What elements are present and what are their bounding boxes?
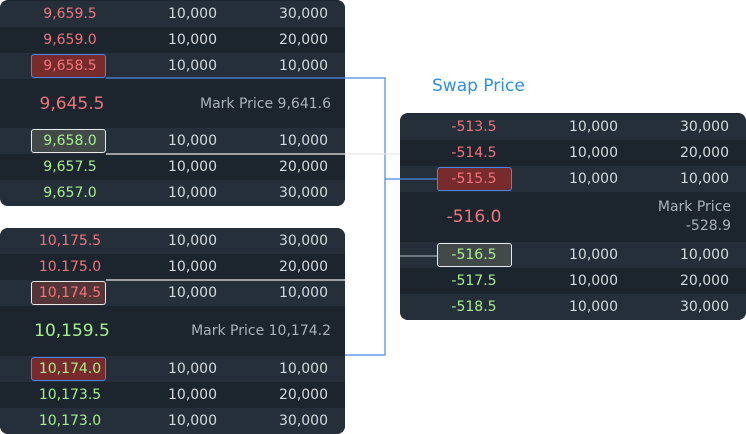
bid-qty: 10,000 <box>168 361 217 377</box>
ask-total: 10,000 <box>279 285 328 301</box>
order-book-2: 10,175.5 10,000 30,000 10.175.0 10,000 2… <box>0 228 345 434</box>
ask-total: 20,000 <box>279 32 328 48</box>
ask-row[interactable]: -513.5 10,000 30,000 <box>400 114 746 140</box>
ask-qty: 10,000 <box>168 6 217 22</box>
ask-qty: 10,000 <box>569 119 618 135</box>
last-price: 10,159.5 <box>34 321 110 341</box>
ask-row[interactable]: 10.175.0 10,000 20,000 <box>0 254 345 280</box>
bid-total: 20,000 <box>279 159 328 175</box>
swap-price-label: Swap Price <box>432 76 525 96</box>
ask-price: 9,658.5 <box>43 58 97 74</box>
bid-price: 9,658.0 <box>43 133 97 149</box>
ask-price: -513.5 <box>451 119 497 135</box>
bid-row[interactable]: 10,173.5 10,000 20,000 <box>0 382 345 408</box>
ask-total: 30,000 <box>279 6 328 22</box>
bid-qty: 10,000 <box>168 387 217 403</box>
bid-row[interactable]: 10,174.0 10,000 10,000 <box>0 356 345 382</box>
order-book-1: 9,659.5 10,000 30,000 9,659.0 10,000 20,… <box>0 0 345 206</box>
ask-total: 30,000 <box>680 119 729 135</box>
mid-price-row: 9,645.5 Mark Price 9,641.6 <box>0 79 345 128</box>
bid-row[interactable]: 10,173.0 10,000 30,000 <box>0 408 345 434</box>
mark-price-value: -528.9 <box>685 218 731 234</box>
bid-price: -518.5 <box>451 299 497 315</box>
ask-total: 10,000 <box>680 171 729 187</box>
ask-row[interactable]: -514.5 10,000 20,000 <box>400 140 746 166</box>
ask-price: 10,175.5 <box>38 233 102 249</box>
ask-total: 20,000 <box>279 259 328 275</box>
bid-qty: 10,000 <box>168 133 217 149</box>
bid-qty: 10,000 <box>168 185 217 201</box>
bid-row[interactable]: 9,657.5 10,000 20,000 <box>0 154 345 180</box>
ask-row[interactable]: 9,659.5 10,000 30,000 <box>0 1 345 27</box>
ask-qty: 10,000 <box>569 145 618 161</box>
mid-price-row: -516.0 Mark Price -528.9 <box>400 192 746 242</box>
ask-price: 10.175.0 <box>38 259 102 275</box>
last-price: -516.0 <box>446 207 502 227</box>
mark-price: Mark Price 9,641.6 <box>199 95 331 112</box>
ask-row[interactable]: 10,174.5 10,000 10,000 <box>0 280 345 306</box>
bid-price: -516.5 <box>451 247 497 263</box>
ask-price: -515.5 <box>451 171 497 187</box>
bid-price: 9,657.5 <box>43 159 97 175</box>
bid-row[interactable]: 9,657.0 10,000 30,000 <box>0 180 345 206</box>
bid-qty: 10,000 <box>569 247 618 263</box>
bid-price: 9,657.0 <box>43 185 97 201</box>
ask-qty: 10,000 <box>569 171 618 187</box>
bid-total: 10,000 <box>279 361 328 377</box>
bid-total: 20,000 <box>680 273 729 289</box>
ask-total: 10,000 <box>279 58 328 74</box>
ask-qty: 10,000 <box>168 58 217 74</box>
ask-total: 30,000 <box>279 233 328 249</box>
bid-qty: 10,000 <box>569 299 618 315</box>
ask-row[interactable]: 9,658.5 10,000 10,000 <box>0 53 345 79</box>
bid-qty: 10,000 <box>168 413 217 429</box>
bid-total: 30,000 <box>279 413 328 429</box>
mark-price-label: Mark Price <box>657 199 731 215</box>
bid-total: 30,000 <box>680 299 729 315</box>
ask-price: 10,174.5 <box>38 285 102 301</box>
bid-qty: 10,000 <box>168 159 217 175</box>
ask-row[interactable]: 9,659.0 10,000 20,000 <box>0 27 345 53</box>
bid-row[interactable]: 9,658.0 10,000 10,000 <box>0 128 345 154</box>
bid-price: 10,173.0 <box>38 413 102 429</box>
ask-total: 20,000 <box>680 145 729 161</box>
ask-row[interactable]: -515.5 10,000 10,000 <box>400 166 746 192</box>
ask-qty: 10,000 <box>168 285 217 301</box>
bid-price: -517.5 <box>451 273 497 289</box>
ask-price: -514.5 <box>451 145 497 161</box>
ask-qty: 10,000 <box>168 259 217 275</box>
ask-row[interactable]: 10,175.5 10,000 30,000 <box>0 228 345 254</box>
bid-qty: 10,000 <box>569 273 618 289</box>
bid-total: 10,000 <box>279 133 328 149</box>
order-book-swap: -513.5 10,000 30,000 -514.5 10,000 20,00… <box>400 113 746 320</box>
ask-qty: 10,000 <box>168 233 217 249</box>
ask-qty: 10,000 <box>168 32 217 48</box>
bid-total: 10,000 <box>680 247 729 263</box>
bid-total: 30,000 <box>279 185 328 201</box>
mid-price-row: 10,159.5 Mark Price 10,174.2 <box>0 306 345 356</box>
ask-price: 9,659.5 <box>43 6 97 22</box>
bid-row[interactable]: -518.5 10,000 30,000 <box>400 294 746 320</box>
mark-price: Mark Price -528.9 <box>631 198 731 236</box>
mark-price: Mark Price 10,174.2 <box>191 323 331 339</box>
bid-price: 10,173.5 <box>38 387 102 403</box>
bid-price: 10,174.0 <box>38 361 102 377</box>
last-price: 9,645.5 <box>39 93 105 114</box>
ask-price: 9,659.0 <box>43 32 97 48</box>
bid-row[interactable]: -516.5 10,000 10,000 <box>400 242 746 268</box>
bid-row[interactable]: -517.5 10,000 20,000 <box>400 268 746 294</box>
bid-total: 20,000 <box>279 387 328 403</box>
